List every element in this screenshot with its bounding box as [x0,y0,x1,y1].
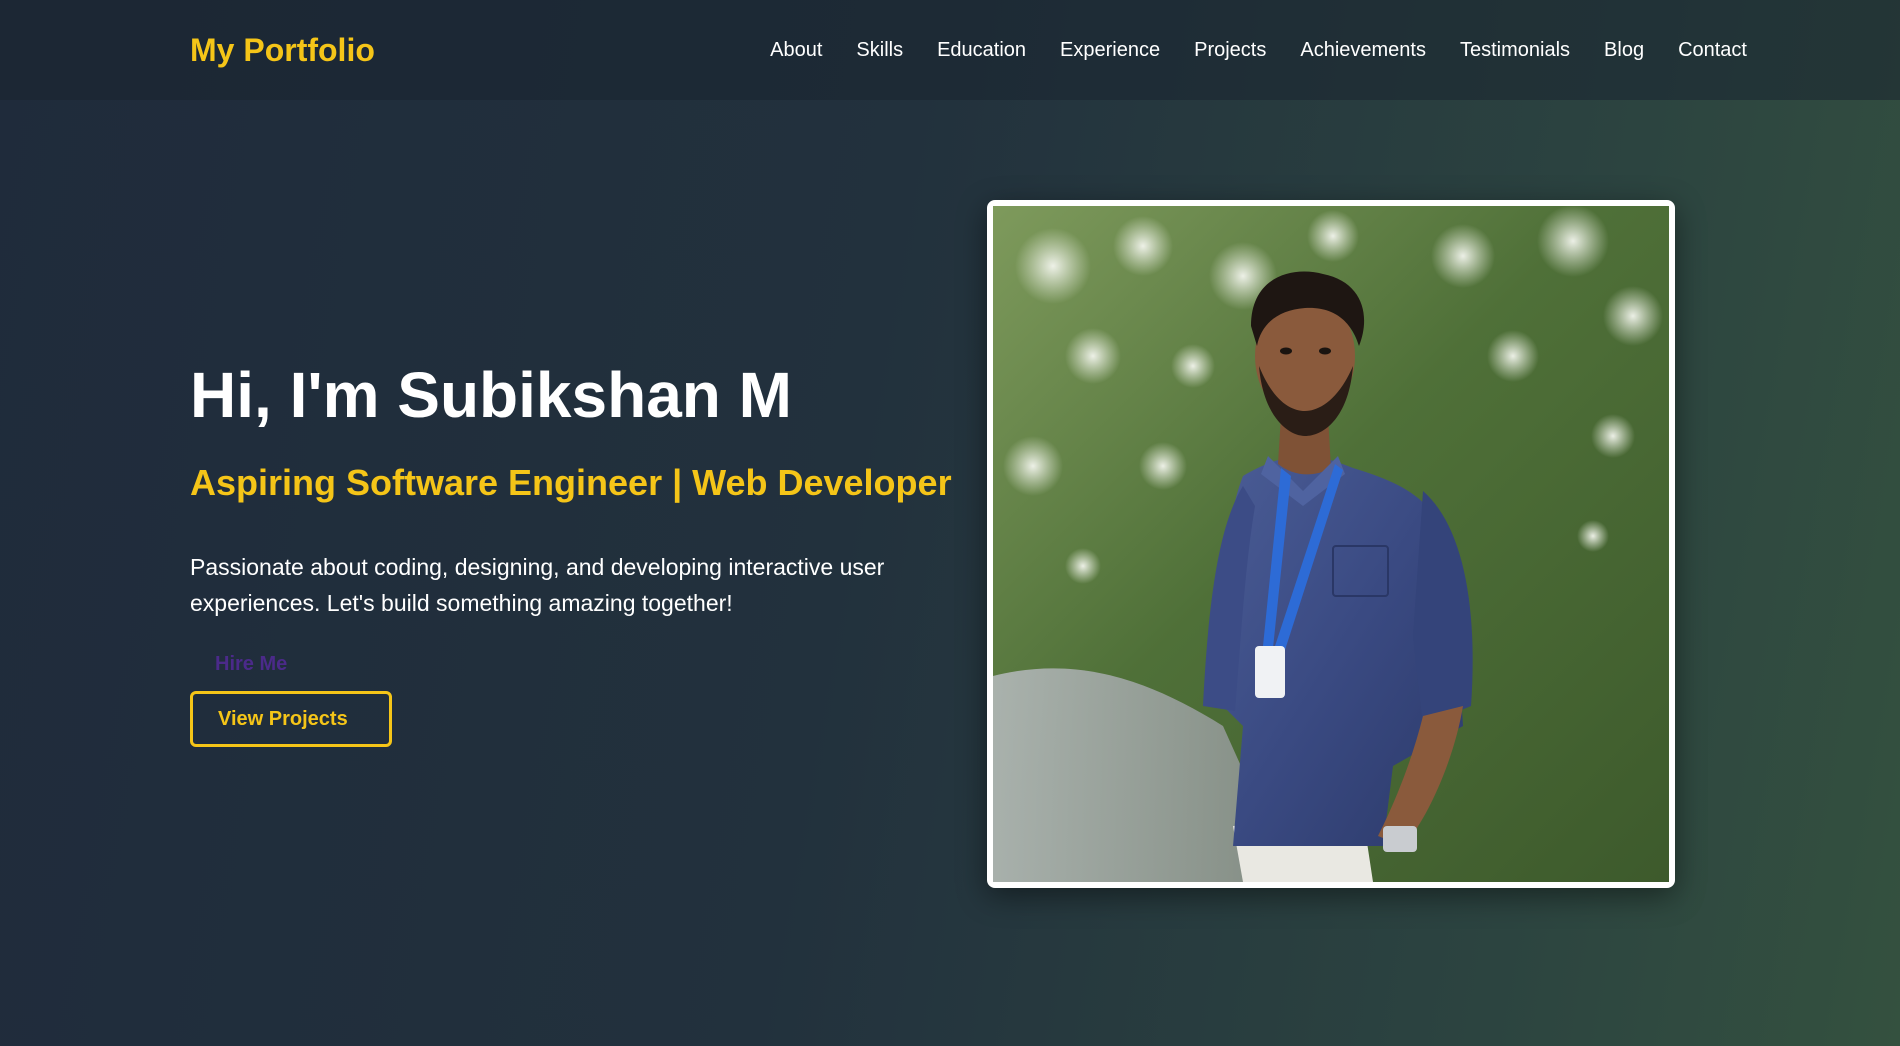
nav-links: About Skills Education Experience Projec… [770,36,1747,64]
nav-item: About [770,36,822,64]
nav-link-blog[interactable]: Blog [1604,39,1644,61]
nav-item: Education [937,36,1026,64]
nav-link-about[interactable]: About [770,39,822,61]
nav-link-skills[interactable]: Skills [856,39,903,61]
nav-item: Testimonials [1460,36,1570,64]
nav-link-projects[interactable]: Projects [1194,39,1266,61]
hero-description: Passionate about coding, designing, and … [190,554,885,616]
nav-link-education[interactable]: Education [937,39,1026,61]
nav-link-testimonials[interactable]: Testimonials [1460,39,1570,61]
profile-photo-frame [987,200,1675,888]
nav-item: Skills [856,36,903,64]
nav-item: Blog [1604,36,1644,64]
hero-title: Hi, I'm Subikshan M [190,359,792,431]
nav-item: Projects [1194,36,1266,64]
nav-link-achievements[interactable]: Achievements [1300,39,1426,61]
hero-subtitle: Aspiring Software Engineer | Web Develop… [190,462,952,503]
hero-section: Hi, I'm Subikshan M Aspiring Software En… [190,355,952,747]
hire-me-button[interactable]: Hire Me [215,651,287,677]
nav-item: Contact [1678,36,1747,64]
nav-link-experience[interactable]: Experience [1060,39,1160,61]
view-projects-button[interactable]: View Projects [190,691,392,747]
nav-item: Experience [1060,36,1160,64]
logo[interactable]: My Portfolio [190,30,375,70]
profile-photo [993,206,1669,882]
nav-link-contact[interactable]: Contact [1678,39,1747,61]
navbar: My Portfolio About Skills Education Expe… [0,0,1900,100]
nav-item: Achievements [1300,36,1426,64]
